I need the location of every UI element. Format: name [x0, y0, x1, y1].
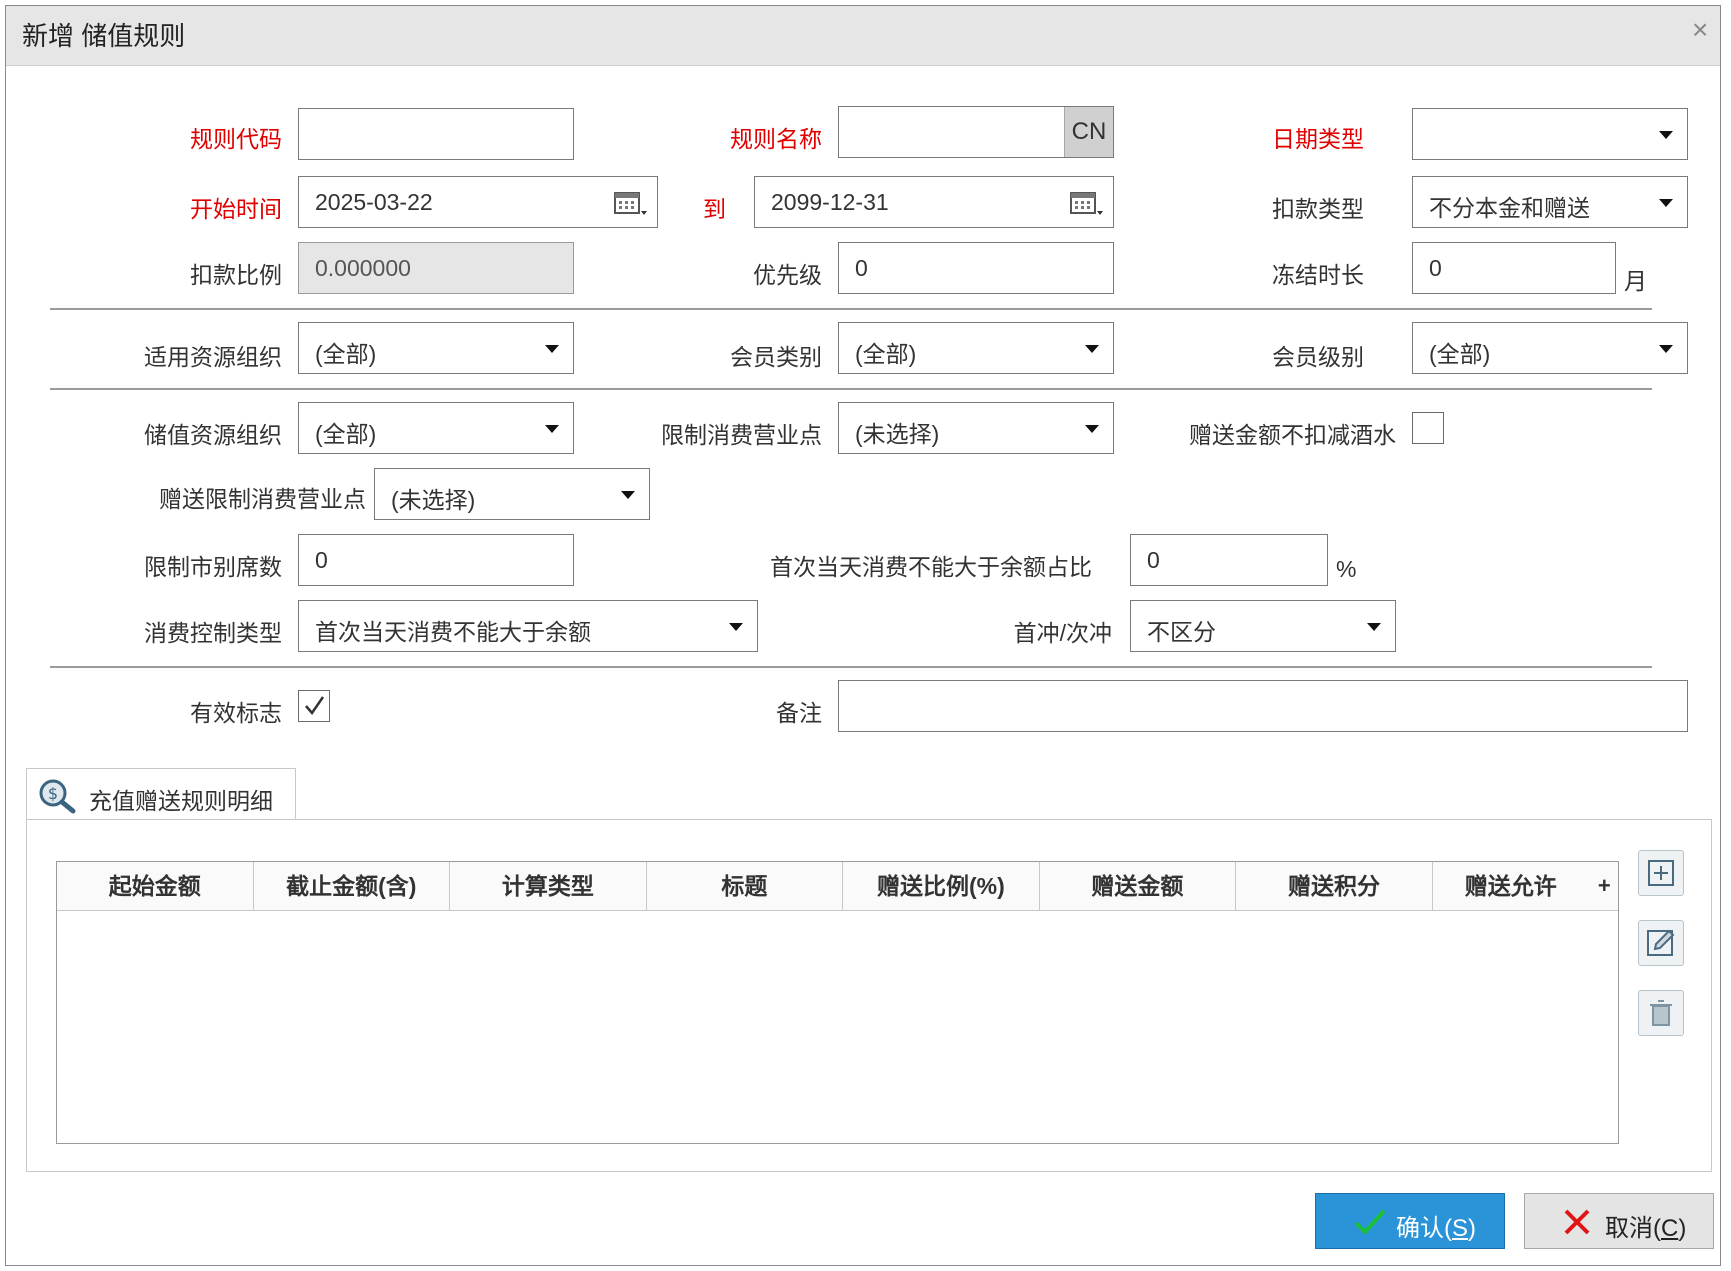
confirm-button[interactable]: 确认(S)	[1315, 1193, 1505, 1249]
x-icon	[1564, 1209, 1590, 1235]
checkmark-icon	[305, 696, 325, 716]
chevron-down-icon	[621, 491, 635, 499]
check-icon	[1354, 1209, 1386, 1235]
tab-detail-label: 充值赠送规则明细	[89, 788, 273, 814]
chevron-down-icon	[545, 425, 559, 433]
deduct-type-label: 扣款类型	[1272, 196, 1364, 222]
freeze-duration-input[interactable]: 0	[1412, 242, 1616, 294]
date-type-select[interactable]	[1412, 108, 1688, 160]
restrict-outlet-label: 限制消费营业点	[661, 422, 822, 448]
rule-name-input[interactable]: CN	[838, 106, 1114, 158]
grid-header: 起始金额 截止金额(含) 计算类型 标题 赠送比例(%) 赠送金额 赠送积分 赠…	[57, 862, 1618, 911]
end-date-input[interactable]: 2099-12-31	[754, 176, 1114, 228]
member-category-select[interactable]: (全部)	[838, 322, 1114, 374]
deduct-ratio-input: 0.000000	[298, 242, 574, 294]
restrict-outlet-select[interactable]: (未选择)	[838, 402, 1114, 454]
delete-row-button[interactable]	[1638, 990, 1684, 1036]
chevron-down-icon	[1659, 131, 1673, 139]
chevron-down-icon	[1659, 199, 1673, 207]
calendar-icon[interactable]	[1069, 189, 1103, 217]
divider	[50, 388, 1652, 390]
add-icon	[1648, 860, 1674, 886]
priority-input[interactable]: 0	[838, 242, 1114, 294]
svg-text:$: $	[48, 784, 58, 803]
divider	[50, 666, 1652, 668]
column-chooser-icon[interactable]: +	[1590, 862, 1618, 910]
deduct-ratio-label: 扣款比例	[190, 262, 282, 288]
title-bar	[6, 6, 1720, 66]
close-icon[interactable]: ×	[1692, 14, 1708, 46]
chevron-down-icon	[1659, 345, 1673, 353]
valid-flag-label: 有效标志	[190, 700, 282, 726]
first-charge-label: 首冲/次冲	[1013, 620, 1112, 646]
chevron-down-icon	[545, 345, 559, 353]
gift-restrict-outlet-label: 赠送限制消费营业点	[159, 486, 366, 512]
remark-input[interactable]	[838, 680, 1688, 732]
priority-label: 优先级	[753, 262, 822, 288]
language-cn-button[interactable]: CN	[1064, 107, 1113, 157]
gift-no-deduct-checkbox[interactable]	[1412, 412, 1444, 444]
rule-code-input[interactable]	[298, 108, 574, 160]
first-day-ratio-input[interactable]: 0	[1130, 534, 1328, 586]
consume-control-select[interactable]: 首次当天消费不能大于余额	[298, 600, 758, 652]
rule-code-label: 规则代码	[190, 126, 282, 152]
chevron-down-icon	[1085, 345, 1099, 353]
resource-org-label: 适用资源组织	[144, 344, 282, 370]
member-level-label: 会员级别	[1272, 344, 1364, 370]
edit-row-button[interactable]	[1638, 920, 1684, 966]
first-day-ratio-label: 首次当天消费不能大于余额占比	[770, 554, 1092, 580]
freeze-unit-label: 月	[1624, 268, 1647, 294]
consume-control-label: 消费控制类型	[144, 620, 282, 646]
rule-name-label: 规则名称	[730, 126, 822, 152]
detail-grid[interactable]: 起始金额 截止金额(含) 计算类型 标题 赠送比例(%) 赠送金额 赠送积分 赠…	[56, 861, 1619, 1144]
start-date-input[interactable]: 2025-03-22	[298, 176, 658, 228]
column-header[interactable]: 赠送积分	[1236, 862, 1433, 910]
column-header[interactable]: 计算类型	[450, 862, 647, 910]
chevron-down-icon	[729, 623, 743, 631]
divider	[50, 308, 1652, 310]
gift-no-deduct-label: 赠送金额不扣减酒水	[1189, 422, 1396, 448]
chevron-down-icon	[1085, 425, 1099, 433]
column-header[interactable]: 截止金额(含)	[254, 862, 451, 910]
to-label: 到	[703, 196, 726, 222]
tab-detail[interactable]: $ 充值赠送规则明细	[26, 768, 296, 820]
calendar-icon[interactable]	[613, 189, 647, 217]
add-row-button[interactable]	[1638, 850, 1684, 896]
column-header[interactable]: 赠送允许	[1433, 862, 1591, 910]
resource-org-select[interactable]: (全部)	[298, 322, 574, 374]
valid-flag-checkbox[interactable]	[298, 690, 330, 722]
storage-org-label: 储值资源组织	[144, 422, 282, 448]
trash-icon	[1650, 1000, 1672, 1026]
edit-icon	[1647, 929, 1675, 956]
member-level-select[interactable]: (全部)	[1412, 322, 1688, 374]
column-header[interactable]: 赠送金额	[1040, 862, 1237, 910]
search-money-icon: $	[39, 779, 76, 814]
date-type-label: 日期类型	[1272, 126, 1364, 152]
remark-label: 备注	[776, 700, 822, 726]
column-header[interactable]: 赠送比例(%)	[843, 862, 1040, 910]
restrict-seats-input[interactable]: 0	[298, 534, 574, 586]
freeze-duration-label: 冻结时长	[1272, 262, 1364, 288]
start-time-label: 开始时间	[190, 196, 282, 222]
percent-unit-label: %	[1336, 556, 1357, 582]
member-category-label: 会员类别	[730, 344, 822, 370]
restrict-seats-label: 限制市别席数	[144, 554, 282, 580]
chevron-down-icon	[1367, 623, 1381, 631]
storage-org-select[interactable]: (全部)	[298, 402, 574, 454]
gift-restrict-outlet-select[interactable]: (未选择)	[374, 468, 650, 520]
deduct-type-select[interactable]: 不分本金和赠送	[1412, 176, 1688, 228]
cancel-button[interactable]: 取消(C)	[1524, 1193, 1714, 1249]
column-header[interactable]: 起始金额	[57, 862, 254, 910]
dialog-title: 新增 储值规则	[22, 21, 186, 51]
column-header[interactable]: 标题	[647, 862, 844, 910]
first-charge-select[interactable]: 不区分	[1130, 600, 1396, 652]
